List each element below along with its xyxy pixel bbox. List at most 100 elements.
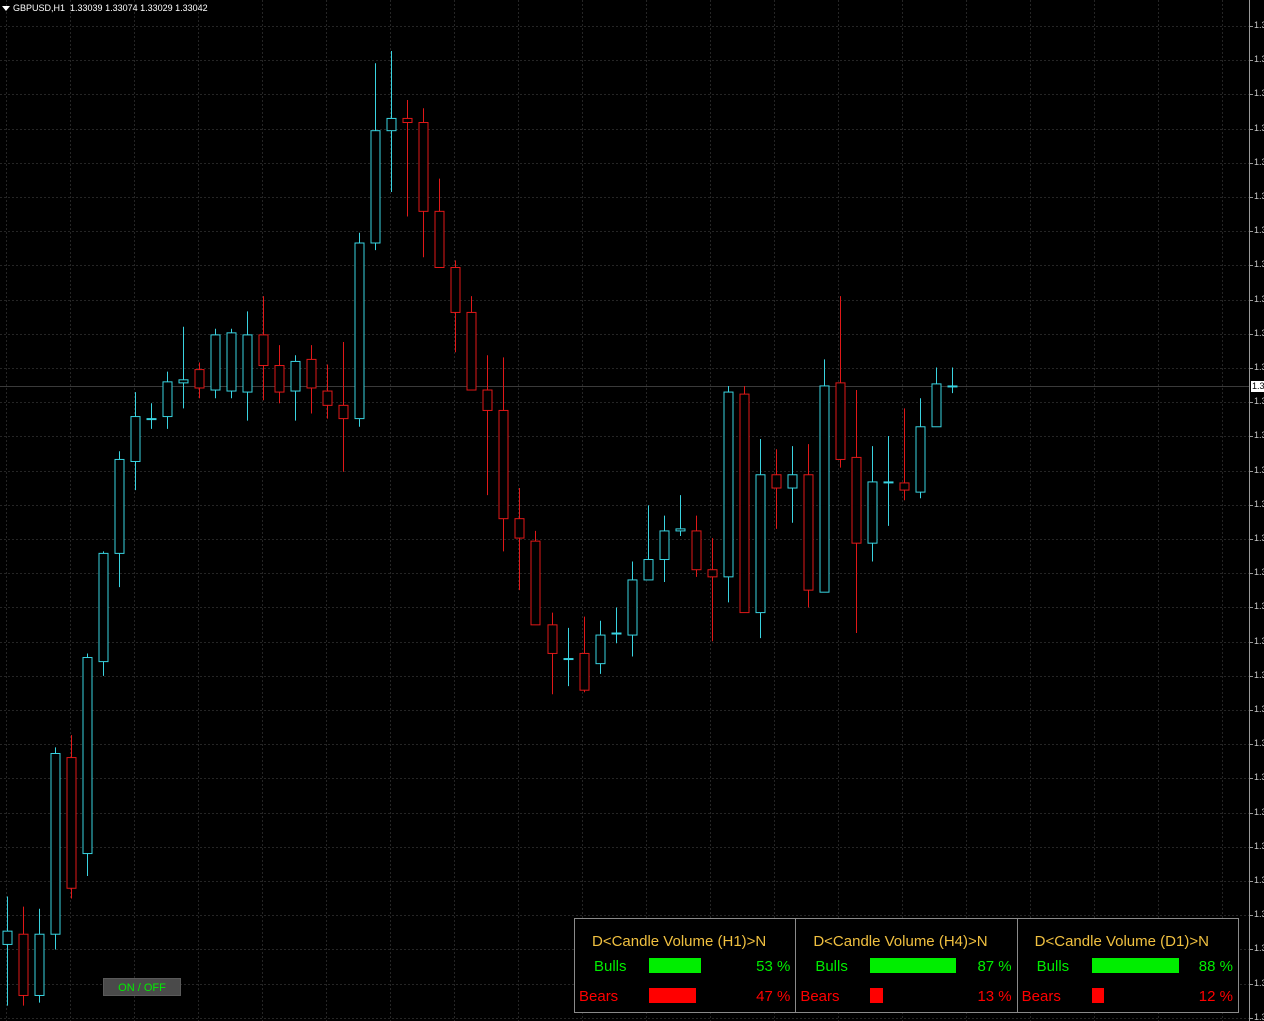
- candle-body: [66, 757, 77, 889]
- candle-body: [915, 426, 926, 493]
- candle-body: [178, 379, 189, 384]
- candle-body: [899, 482, 910, 491]
- bear-candle: [691, 515, 702, 577]
- axis-tick: [1250, 915, 1253, 916]
- bull-candle: [370, 63, 381, 251]
- axis-tick: [1250, 368, 1253, 369]
- axis-label: 1.3: [1254, 670, 1264, 680]
- candle-body: [723, 391, 734, 578]
- axis-tick: [1250, 197, 1253, 198]
- bull-candle: [130, 392, 141, 491]
- axis-tick: [1250, 847, 1253, 848]
- axis-tick: [1250, 60, 1253, 61]
- bears-bar: [870, 988, 884, 1003]
- candle-body: [242, 334, 253, 393]
- bears-label: Bears: [579, 988, 619, 1005]
- bull-candle: [883, 435, 894, 526]
- axis-tick: [1250, 607, 1253, 608]
- bulls-bar: [649, 958, 701, 973]
- symbol-label: GBPUSD,H1: [13, 3, 66, 13]
- axis-label: 1.3: [1254, 191, 1264, 201]
- bull-candle: [2, 896, 13, 1006]
- candle-body: [691, 530, 702, 571]
- panel-h4: D<Candle Volume (H4)>N Bulls 87 % Bears …: [796, 919, 1018, 1012]
- axis-tick: [1250, 676, 1253, 677]
- bear-candle: [739, 385, 750, 614]
- panel-title: D<Candle Volume (D1)>N: [1034, 933, 1209, 950]
- axis-tick: [1250, 231, 1253, 232]
- candle-body: [803, 474, 814, 591]
- axis-label: 1.3: [1254, 772, 1264, 782]
- candle-body: [675, 528, 686, 532]
- candle-body: [611, 632, 622, 635]
- bulls-bar: [870, 958, 957, 973]
- on-off-button[interactable]: ON / OFF: [103, 978, 181, 996]
- bears-bar: [1091, 988, 1104, 1003]
- panel-d1: D<Candle Volume (D1)>N Bulls 88 % Bears …: [1018, 919, 1238, 1012]
- axis-label: 1.3: [1254, 841, 1264, 851]
- bulls-label: Bulls: [594, 958, 627, 975]
- axis-label: 1.3: [1254, 807, 1264, 817]
- candle-body: [34, 933, 45, 996]
- candle-body: [402, 117, 413, 124]
- candle-body: [707, 569, 718, 578]
- axis-tick: [1250, 984, 1253, 985]
- axis-label: 1.3: [1254, 88, 1264, 98]
- axis-label: 1.3: [1254, 704, 1264, 714]
- bear-candle: [803, 444, 814, 608]
- axis-tick: [1250, 94, 1253, 95]
- axis-label: 1.3: [1254, 225, 1264, 235]
- bear-candle: [851, 390, 862, 634]
- candle-body: [466, 311, 477, 391]
- bears-percent: 47 %: [756, 988, 791, 1005]
- axis-label: 1.3: [1254, 601, 1264, 611]
- bear-candle: [835, 296, 846, 468]
- bull-candle: [675, 495, 686, 537]
- axis-tick: [1250, 813, 1253, 814]
- bull-candle: [931, 367, 942, 428]
- axis-tick: [1250, 471, 1253, 472]
- candle-body: [370, 130, 381, 244]
- bulls-percent: 88 %: [1198, 958, 1233, 975]
- bull-candle: [226, 328, 237, 399]
- candle-body: [98, 552, 109, 663]
- panel-h1: D<Candle Volume (H1)>N Bulls 53 % Bears …: [575, 919, 797, 1012]
- candle-body: [563, 658, 574, 661]
- axis-tick: [1250, 402, 1253, 403]
- dropdown-triangle-icon[interactable]: [2, 6, 10, 12]
- bull-candle: [595, 620, 606, 674]
- chart-canvas[interactable]: [0, 0, 1249, 1021]
- axis-label: 1.3: [1254, 430, 1264, 440]
- ohlc-readout: 1.33039 1.33074 1.33029 1.33042: [70, 3, 208, 13]
- price-axis[interactable]: 1.3 1.3 1.3 1.3 1.3 1.3 1.3 1.3 1.3 1.3 1.3 1.3 1.3 1…: [1249, 0, 1264, 1021]
- bull-candle: [114, 451, 125, 588]
- axis-tick: [1250, 505, 1253, 506]
- candle-body: [883, 481, 894, 484]
- axis-tick: [1250, 881, 1253, 882]
- candle-body: [354, 242, 365, 420]
- bear-candle: [899, 408, 910, 501]
- bear-candle: [66, 735, 77, 899]
- axis-label: 1.3: [1254, 20, 1264, 30]
- candle-body: [643, 559, 654, 581]
- candle-body: [931, 383, 942, 428]
- axis-tick: [1250, 26, 1253, 27]
- axis-label: 1.3: [1254, 294, 1264, 304]
- current-price-label: 1.3: [1251, 380, 1264, 392]
- axis-tick: [1250, 949, 1253, 950]
- candle-body: [146, 418, 157, 421]
- panel-title: D<Candle Volume (H1)>N: [592, 933, 767, 950]
- candle-body: [290, 360, 301, 392]
- bear-candle: [338, 342, 349, 472]
- axis-label: 1.3: [1254, 943, 1264, 953]
- candlestick-chart[interactable]: [0, 0, 1249, 1021]
- axis-label: 1.3: [1254, 328, 1264, 338]
- bear-candle: [466, 296, 477, 391]
- bear-candle: [771, 449, 782, 529]
- candle-body: [306, 358, 317, 389]
- axis-label: 1.3: [1254, 259, 1264, 269]
- bull-candle: [50, 747, 61, 950]
- bull-candle: [867, 446, 878, 562]
- bear-candle: [450, 260, 461, 353]
- axis-tick: [1250, 539, 1253, 540]
